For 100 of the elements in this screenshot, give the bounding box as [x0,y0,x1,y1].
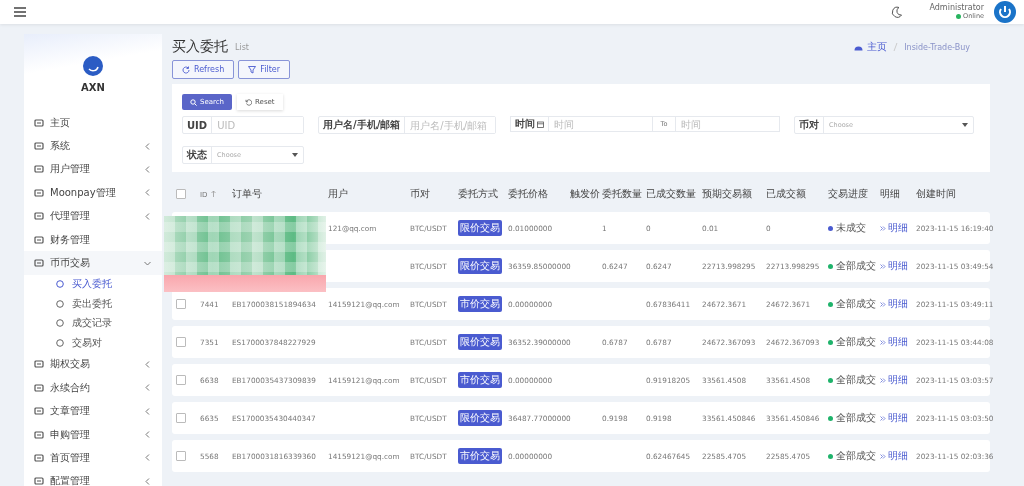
funnel-icon [248,65,257,74]
order-type-tag: 限价交易 [458,334,502,350]
progress-status: 全部成交 [836,297,876,311]
dropdown-caret-icon [962,123,968,127]
chevron-icon [145,431,150,439]
double-chevron-icon [880,263,886,269]
chevron-icon [145,360,150,368]
detail-link[interactable]: 明细 [880,335,908,349]
page-subtitle: List [235,42,249,52]
double-chevron-icon [880,453,886,459]
sidebar-item[interactable]: 期权交易 [24,352,162,377]
sidebar-item[interactable]: 系统 [24,134,162,158]
detail-link[interactable]: 明细 [880,373,908,387]
sidebar-item[interactable]: 币币交易 [24,251,162,275]
sidebar-item[interactable]: 财务管理 [24,227,162,252]
sidebar-item[interactable]: 永续合约 [24,376,162,400]
submenu-item[interactable]: 成交记录 [24,313,162,334]
column-header: 已成交数量 [646,187,697,201]
row-checkbox[interactable] [176,413,186,423]
menu-item-icon [34,187,44,198]
filter-button[interactable]: Filter [238,60,291,79]
refresh-button[interactable]: Refresh [172,60,235,79]
field-label: 状态 [183,147,212,163]
circle-icon [56,339,64,347]
circle-icon [56,319,64,328]
sort-arrow-icon [211,189,217,197]
row-checkbox[interactable] [176,337,186,347]
detail-link[interactable]: 明细 [880,411,908,425]
column-header: 触发价 [570,187,601,201]
column-header: 订单号 [232,187,263,201]
column-header: 委托价格 [508,187,549,201]
row-checkbox[interactable] [176,299,186,309]
circle-icon [56,300,64,308]
start-date-field[interactable]: 时间 [549,116,653,132]
sidebar-item[interactable]: 用户管理 [24,157,162,182]
menu-item-icon [34,258,44,269]
detail-link[interactable]: 明细 [880,449,908,463]
menu-item-icon [34,476,44,486]
brand-name: AXN [81,82,105,93]
menu-item-icon [34,359,44,370]
breadcrumb-current: Inside-Trade-Buy [904,42,970,52]
dropdown-caret-icon [292,153,298,157]
submenu-item[interactable]: 交易对 [24,333,162,353]
field-label: 时间 [510,116,549,132]
progress-status: 全部成交 [836,259,876,273]
sidebar-item[interactable]: Moonpay管理 [24,181,162,205]
order-type-tag: 市价交易 [458,372,502,388]
sidebar-item[interactable]: 申购管理 [24,422,162,447]
menu-item-icon [34,234,44,245]
chevron-icon [145,189,150,197]
power-avatar-icon[interactable] [994,1,1016,23]
menu-item-icon [34,211,44,222]
column-header: 明细 [880,187,901,201]
order-type-tag: 市价交易 [458,448,502,464]
row-checkbox[interactable] [176,375,186,385]
menu-item-icon [34,382,44,393]
submenu-item[interactable]: 卖出委托 [24,294,162,314]
chevron-icon [145,477,150,485]
progress-status: 全部成交 [836,373,876,387]
column-header: 委托数量 [602,187,643,201]
chevron-icon [145,407,150,415]
column-header: 委托方式 [458,187,499,201]
detail-link[interactable]: 明细 [880,297,908,311]
menu-icon[interactable] [14,7,26,17]
page-title: 买入委托 [172,38,228,56]
menu-item-icon [34,406,44,417]
breadcrumb-link[interactable]: 主页 [867,40,888,54]
sidebar-item[interactable]: 配置管理 [24,469,162,486]
column-header: 已成交额 [766,187,807,201]
progress-status: 全部成交 [836,411,876,425]
chevron-icon [145,142,150,150]
row-checkbox[interactable] [176,451,186,461]
submenu-item[interactable]: 买入委托 [24,274,162,295]
menu-item-icon [34,141,44,152]
chevron-icon [145,454,150,462]
user-name: Administrator [929,4,984,13]
detail-link[interactable]: 明细 [880,259,908,273]
sidebar-item[interactable]: 代理管理 [24,204,162,228]
sidebar-item[interactable]: 首页管理 [24,446,162,470]
end-date-field[interactable]: 时间 [676,116,780,132]
moon-icon[interactable] [891,6,904,18]
text-field[interactable]: UID UID [182,116,304,134]
refresh-icon [182,65,190,74]
field-label: 币对 [795,117,824,133]
sidebar-item[interactable]: 文章管理 [24,399,162,423]
column-header: 预期交易额 [702,187,753,201]
order-type-tag: 限价交易 [458,410,502,426]
sidebar-item[interactable]: 主页 [24,111,162,135]
chevron-icon [145,165,150,173]
detail-link[interactable]: 明细 [880,221,908,235]
double-chevron-icon [880,415,886,421]
menu-item-icon [34,429,44,440]
double-chevron-icon [880,377,886,383]
column-header: 用户 [328,187,349,201]
order-type-tag: 市价交易 [458,296,502,312]
select-all-checkbox[interactable] [176,189,186,199]
logo-icon [83,56,103,76]
double-chevron-icon [880,301,886,307]
circle-icon [56,280,64,289]
menu-item-icon [34,164,44,175]
